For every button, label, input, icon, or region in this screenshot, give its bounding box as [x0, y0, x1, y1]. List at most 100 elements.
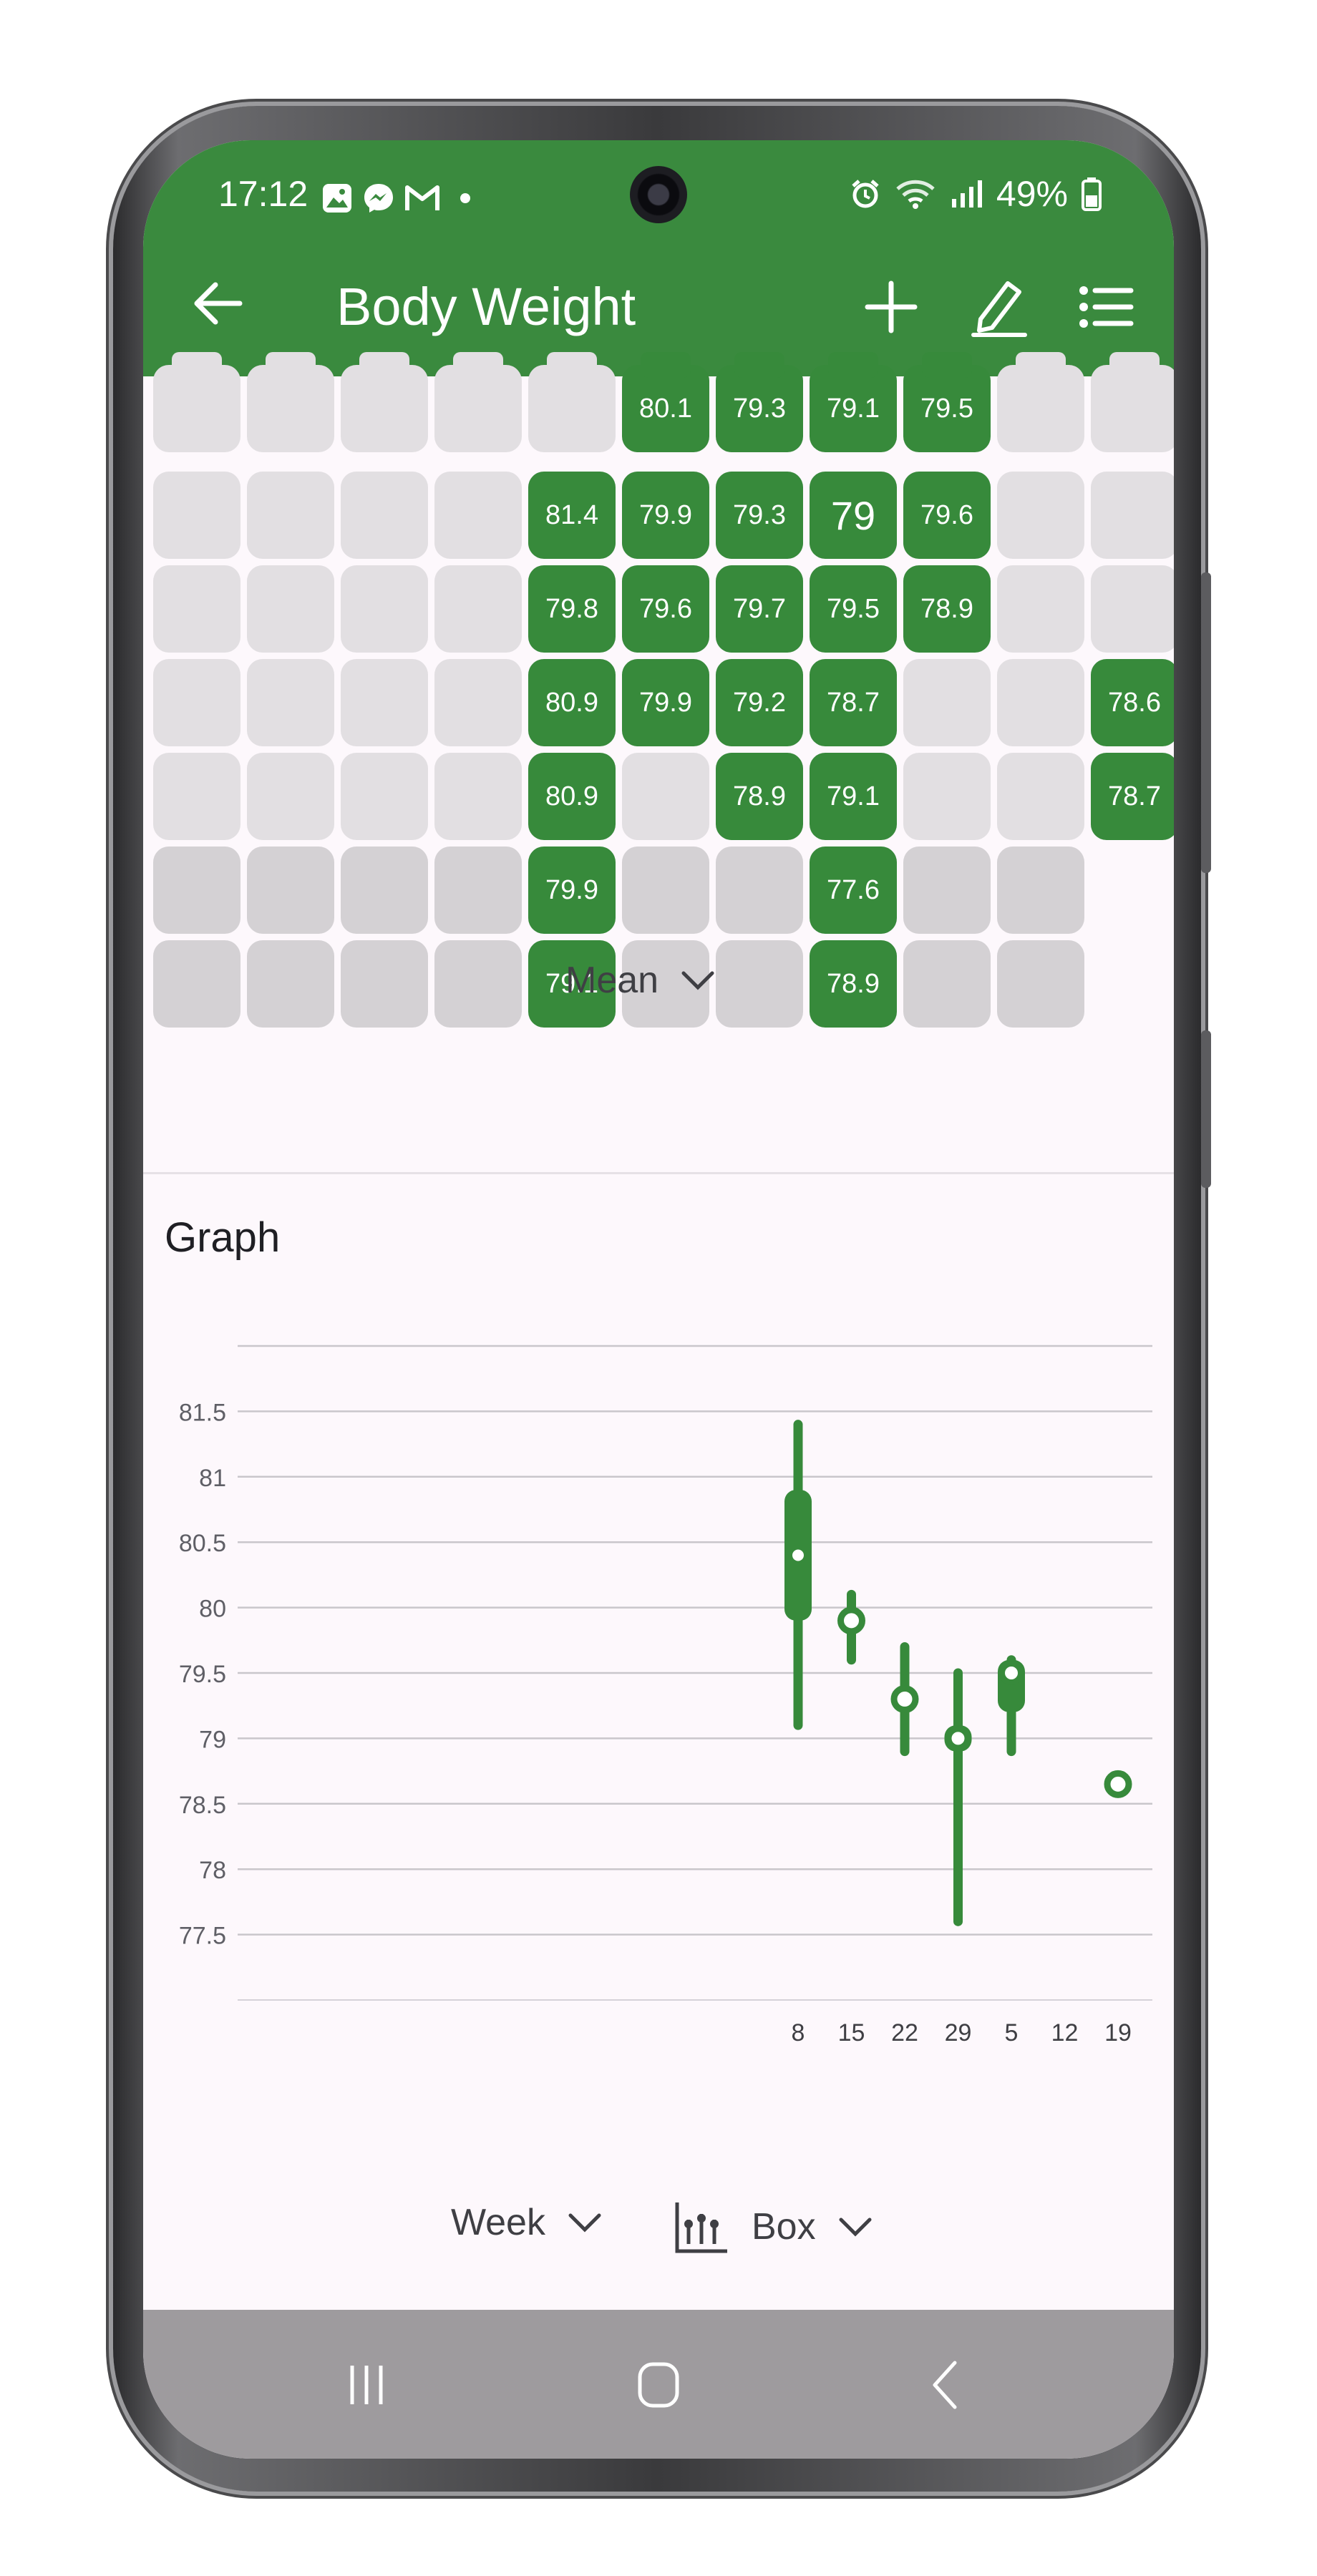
back-icon[interactable]	[909, 2353, 981, 2417]
heatmap-cell-empty[interactable]	[716, 940, 803, 1028]
recent-apps-icon[interactable]	[331, 2353, 402, 2417]
plus-icon[interactable]	[859, 275, 923, 339]
y-tick-label: 81.5	[179, 1399, 226, 1426]
heatmap-cell-empty[interactable]	[997, 753, 1084, 840]
box-plot-chart: 77.5 78 78.5 79 79.5 80 80.5 81 81.5 8 15 22 29 5 12 19	[179, 1345, 1152, 2046]
heatmap-cell-empty[interactable]	[997, 659, 1084, 746]
home-icon[interactable]	[623, 2353, 694, 2417]
heatmap-cell-value[interactable]: 79.9	[528, 847, 616, 934]
heatmap-cell-value[interactable]: 80.9	[528, 659, 616, 746]
heatmap-cell-empty[interactable]	[903, 753, 991, 840]
heatmap-cell-value[interactable]: 79.5	[810, 565, 897, 653]
heatmap-cell-value[interactable]: 79.9	[622, 472, 709, 559]
chart-style-label: Box	[752, 2206, 816, 2248]
box-median-marker	[837, 1606, 865, 1635]
heatmap-cell-value[interactable]: 80.1	[622, 352, 709, 452]
heatmap-cell-value[interactable]: 78.9	[716, 753, 803, 840]
heatmap-cell-empty[interactable]	[153, 847, 240, 934]
status-bar: 17:12 49%	[143, 140, 1174, 223]
heatmap-cell-value[interactable]: 81.4	[528, 472, 616, 559]
heatmap-cell-empty[interactable]	[903, 940, 991, 1028]
period-dropdown[interactable]: Week	[451, 2201, 603, 2244]
heatmap-cell-value[interactable]: 79.1	[810, 753, 897, 840]
heatmap-cell-value[interactable]: 79.6	[622, 565, 709, 653]
heatmap-cell-empty[interactable]	[341, 753, 428, 840]
heatmap-cell-label: 79.5	[920, 393, 973, 424]
heatmap-cell-empty[interactable]	[622, 753, 709, 840]
list-icon[interactable]	[1074, 275, 1138, 339]
heatmap-cell-empty[interactable]	[153, 565, 240, 653]
heatmap-cell-value[interactable]: 79.3	[716, 472, 803, 559]
heatmap-cell-empty[interactable]	[903, 847, 991, 934]
heatmap-cell-empty[interactable]	[341, 472, 428, 559]
heatmap-cell-empty[interactable]	[153, 352, 240, 452]
heatmap-cell-empty[interactable]	[341, 352, 428, 452]
heatmap-cell-empty[interactable]	[997, 565, 1084, 653]
heatmap-cell-empty[interactable]	[247, 565, 334, 653]
heatmap-cell-empty[interactable]	[153, 659, 240, 746]
box-median-marker	[890, 1685, 919, 1714]
heatmap-cell-empty[interactable]	[341, 940, 428, 1028]
heatmap-cell-empty[interactable]	[997, 847, 1084, 934]
heatmap-cell-value[interactable]: 79.5	[903, 352, 991, 452]
heatmap-cell-empty[interactable]	[153, 472, 240, 559]
x-tick-label: 8	[792, 2019, 805, 2046]
heatmap-cell-value[interactable]: 79	[810, 472, 897, 559]
heatmap-cell-empty[interactable]	[153, 940, 240, 1028]
heatmap-cell-empty[interactable]	[153, 753, 240, 840]
power-button	[1201, 1030, 1211, 1188]
heatmap-cell-empty[interactable]	[1091, 472, 1174, 559]
aggregate-dropdown[interactable]: Mean	[565, 959, 716, 1002]
heatmap-cell-value[interactable]: 79.6	[903, 472, 991, 559]
heatmap-cell-value[interactable]: 80.9	[528, 753, 616, 840]
heatmap-cell-empty[interactable]	[341, 847, 428, 934]
chart-style-dropdown[interactable]: Box	[673, 2198, 873, 2255]
heatmap-cell-value[interactable]: 78.7	[810, 659, 897, 746]
back-arrow-icon[interactable]	[190, 275, 247, 332]
heatmap-cell-empty[interactable]	[247, 847, 334, 934]
heatmap-cell-empty[interactable]	[528, 352, 616, 452]
heatmap-cell-empty[interactable]	[997, 472, 1084, 559]
heatmap-cell-value[interactable]: 79.1	[810, 352, 897, 452]
heatmap-cell-empty[interactable]	[434, 472, 522, 559]
heatmap-cell-label: 81.4	[545, 499, 598, 530]
heatmap-cell-value[interactable]: 78.9	[903, 565, 991, 653]
heatmap-cell-value[interactable]: 79.8	[528, 565, 616, 653]
heatmap-cell-empty[interactable]	[247, 940, 334, 1028]
heatmap-cell-label: 78.6	[1108, 687, 1161, 718]
heatmap-cell-empty[interactable]	[434, 940, 522, 1028]
heatmap-cell-value[interactable]: 79.3	[716, 352, 803, 452]
heatmap-cell-label: 77.6	[827, 874, 880, 905]
heatmap-cell-empty[interactable]	[434, 352, 522, 452]
heatmap-cell-empty[interactable]	[341, 565, 428, 653]
x-tick-label: 29	[945, 2019, 972, 2046]
heatmap-cell-empty[interactable]	[434, 659, 522, 746]
heatmap-cell-empty[interactable]	[434, 847, 522, 934]
heatmap-cell-value[interactable]: 78.6	[1091, 659, 1174, 746]
heatmap-cell-empty[interactable]	[622, 847, 709, 934]
heatmap-cell-empty[interactable]	[341, 659, 428, 746]
heatmap-cell-empty[interactable]	[247, 659, 334, 746]
heatmap-cell-empty[interactable]	[997, 940, 1084, 1028]
heatmap-cell-empty[interactable]	[247, 472, 334, 559]
heatmap-cell-empty[interactable]	[1091, 352, 1174, 452]
heatmap-cell-value[interactable]: 79.7	[716, 565, 803, 653]
heatmap-cell-empty[interactable]	[1091, 565, 1174, 653]
pencil-icon[interactable]	[966, 275, 1031, 339]
heatmap-cell-empty[interactable]	[903, 659, 991, 746]
heatmap-cell-value[interactable]: 79.2	[716, 659, 803, 746]
heatmap-cell-empty[interactable]	[247, 753, 334, 840]
heatmap-cell-value[interactable]: 79.9	[622, 659, 709, 746]
cell-top-tab	[266, 352, 316, 378]
heatmap-cell-value[interactable]: 78.9	[810, 940, 897, 1028]
heatmap-cell-value[interactable]: 78.7	[1091, 753, 1174, 840]
heatmap-cell-empty[interactable]	[997, 352, 1084, 452]
heatmap-cell-value[interactable]: 77.6	[810, 847, 897, 934]
cell-top-tab	[734, 352, 784, 378]
heatmap-cell-empty[interactable]	[434, 565, 522, 653]
notification-dot-icon	[460, 193, 470, 203]
heatmap-cell-empty[interactable]	[434, 753, 522, 840]
heatmap-cell-label: 80.9	[545, 781, 598, 811]
heatmap-cell-empty[interactable]	[247, 352, 334, 452]
heatmap-cell-empty[interactable]	[716, 847, 803, 934]
